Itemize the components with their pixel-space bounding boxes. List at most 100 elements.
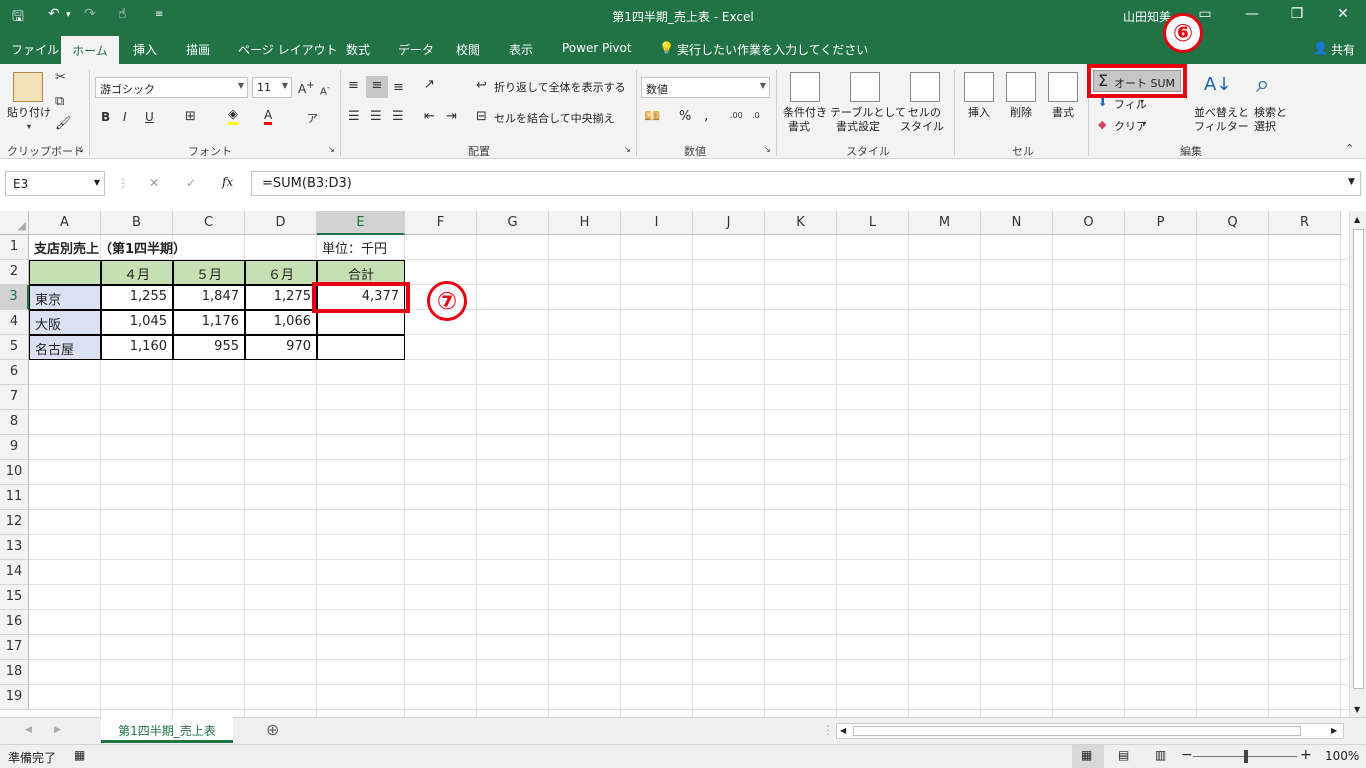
row-header-16[interactable]: 16: [0, 610, 29, 635]
row-header-10[interactable]: 10: [0, 460, 29, 485]
row-header-18[interactable]: 18: [0, 660, 29, 685]
tab-power-pivot[interactable]: Power Pivot: [562, 41, 632, 55]
row-header-6[interactable]: 6: [0, 360, 29, 385]
zoom-slider-thumb[interactable]: [1244, 750, 1248, 763]
cell-e5[interactable]: [317, 335, 405, 360]
tab-data[interactable]: データ: [398, 41, 434, 58]
share-button[interactable]: 共有: [1331, 41, 1355, 58]
phonetic-icon[interactable]: ア: [307, 110, 318, 126]
font-launcher-icon[interactable]: ↘: [328, 145, 335, 154]
scroll-right-icon[interactable]: ▶: [1331, 726, 1337, 735]
cell-d5[interactable]: 970: [245, 335, 317, 360]
paste-button[interactable]: 貼り付け: [7, 106, 51, 120]
close-icon[interactable]: ✕: [1328, 6, 1358, 22]
cell-a4[interactable]: 大阪: [29, 310, 101, 335]
font-size-combo[interactable]: 11 ▼: [252, 77, 292, 98]
row-header-15[interactable]: 15: [0, 585, 29, 610]
column-header-i[interactable]: I: [621, 211, 693, 235]
column-header-m[interactable]: M: [909, 211, 981, 235]
column-header-n[interactable]: N: [981, 211, 1053, 235]
column-header-q[interactable]: Q: [1197, 211, 1269, 235]
column-header-l[interactable]: L: [837, 211, 909, 235]
column-header-r[interactable]: R: [1269, 211, 1341, 235]
scroll-up-icon[interactable]: ▲: [1354, 215, 1360, 224]
insert-function-icon[interactable]: fx: [222, 175, 233, 189]
row-header-13[interactable]: 13: [0, 535, 29, 560]
column-header-e[interactable]: E: [317, 211, 405, 235]
scroll-thumb[interactable]: [1353, 229, 1364, 689]
wrap-text-button[interactable]: 折り返して全体を表示する: [494, 81, 626, 95]
percent-icon[interactable]: %: [679, 109, 691, 124]
format-as-table-icon[interactable]: [850, 72, 880, 102]
row-header-7[interactable]: 7: [0, 385, 29, 410]
restore-icon[interactable]: ❐: [1282, 6, 1312, 22]
scroll-left-icon[interactable]: ◀: [840, 726, 846, 735]
format-as-table-button[interactable]: テーブルとして: [830, 106, 906, 120]
cell-d3[interactable]: 1,275: [245, 285, 317, 310]
format-cells-button[interactable]: 書式: [1052, 106, 1074, 120]
sheet-grid[interactable]: ◢ ABCDEFGHIJKLMNOPQR 1 2 3 4 5 6 7 8 9 10 11 12 13 14…: [0, 211, 1349, 717]
cell-e1[interactable]: 単位：千円: [317, 235, 405, 260]
cell-e4[interactable]: [317, 310, 405, 335]
align-middle-icon[interactable]: ≡: [366, 76, 388, 98]
vertical-scrollbar[interactable]: ▲ ▼: [1349, 211, 1366, 717]
decrease-decimal-icon[interactable]: .0: [752, 111, 760, 120]
column-header-o[interactable]: O: [1053, 211, 1125, 235]
delete-cells-icon[interactable]: [1006, 72, 1036, 102]
cell-a5[interactable]: 名古屋: [29, 335, 101, 360]
cell-a2[interactable]: [29, 260, 101, 285]
tell-me-search[interactable]: 実行したい作業を入力してください: [677, 41, 868, 58]
paste-icon[interactable]: [13, 72, 43, 102]
cell-d4[interactable]: 1,066: [245, 310, 317, 335]
comma-icon[interactable]: ,: [704, 108, 708, 124]
bold-icon[interactable]: B: [101, 110, 110, 124]
row-header-9[interactable]: 9: [0, 435, 29, 460]
column-header-p[interactable]: P: [1125, 211, 1197, 235]
row-header-8[interactable]: 8: [0, 410, 29, 435]
alignment-launcher-icon[interactable]: ↘: [624, 145, 631, 154]
scroll-down-icon[interactable]: ▼: [1354, 705, 1360, 714]
tab-formulas[interactable]: 数式: [346, 41, 370, 58]
row-header-19[interactable]: 19: [0, 685, 29, 710]
name-box[interactable]: E3 ▼: [5, 171, 105, 196]
insert-cells-button[interactable]: 挿入: [968, 106, 990, 120]
accounting-format-icon[interactable]: 💴: [644, 109, 660, 124]
find-select-icon[interactable]: ⌕: [1256, 70, 1269, 98]
cut-icon[interactable]: ✂: [55, 70, 66, 85]
column-header-b[interactable]: B: [101, 211, 173, 235]
format-painter-icon[interactable]: 🖌: [55, 116, 72, 131]
fill-color-icon[interactable]: ◈: [228, 108, 238, 125]
align-right-icon[interactable]: ☰: [392, 109, 404, 124]
hscroll-thumb[interactable]: [853, 726, 1301, 736]
row-header-2[interactable]: 2: [0, 260, 29, 285]
collapse-ribbon-icon[interactable]: ⌃: [1345, 142, 1354, 155]
sort-filter-icon[interactable]: A↓: [1204, 74, 1231, 95]
cell-c3[interactable]: 1,847: [173, 285, 245, 310]
paste-dropdown-icon[interactable]: ▾: [27, 122, 31, 131]
page-break-view-icon[interactable]: ▥: [1155, 748, 1166, 762]
zoom-out-icon[interactable]: −: [1181, 747, 1193, 763]
align-top-icon[interactable]: ≡: [348, 78, 359, 93]
cell-c2[interactable]: ５月: [173, 260, 245, 285]
conditional-formatting-icon[interactable]: [790, 72, 820, 102]
font-color-icon[interactable]: A: [264, 108, 273, 125]
horizontal-scrollbar[interactable]: ◀ ▶: [836, 723, 1344, 739]
cell-c4[interactable]: 1,176: [173, 310, 245, 335]
page-layout-view-icon[interactable]: ▤: [1118, 748, 1129, 762]
column-header-d[interactable]: D: [245, 211, 317, 235]
enter-icon[interactable]: ✓: [186, 176, 196, 190]
clipboard-launcher-icon[interactable]: ↘: [77, 145, 84, 154]
row-header-1[interactable]: 1: [0, 235, 29, 260]
cell-b4[interactable]: 1,045: [101, 310, 173, 335]
tab-file[interactable]: ファイル: [11, 41, 59, 58]
row-header-17[interactable]: 17: [0, 635, 29, 660]
chevron-down-icon[interactable]: ▾: [1140, 97, 1144, 106]
minimize-icon[interactable]: —: [1237, 6, 1267, 22]
increase-font-icon[interactable]: A+: [298, 80, 315, 96]
column-header-g[interactable]: G: [477, 211, 549, 235]
decrease-indent-icon[interactable]: ⇤: [424, 109, 435, 124]
underline-icon[interactable]: U: [145, 110, 154, 124]
number-launcher-icon[interactable]: ↘: [764, 145, 771, 154]
column-header-h[interactable]: H: [549, 211, 621, 235]
cell-a1[interactable]: 支店別売上（第1四半期）: [29, 235, 317, 260]
